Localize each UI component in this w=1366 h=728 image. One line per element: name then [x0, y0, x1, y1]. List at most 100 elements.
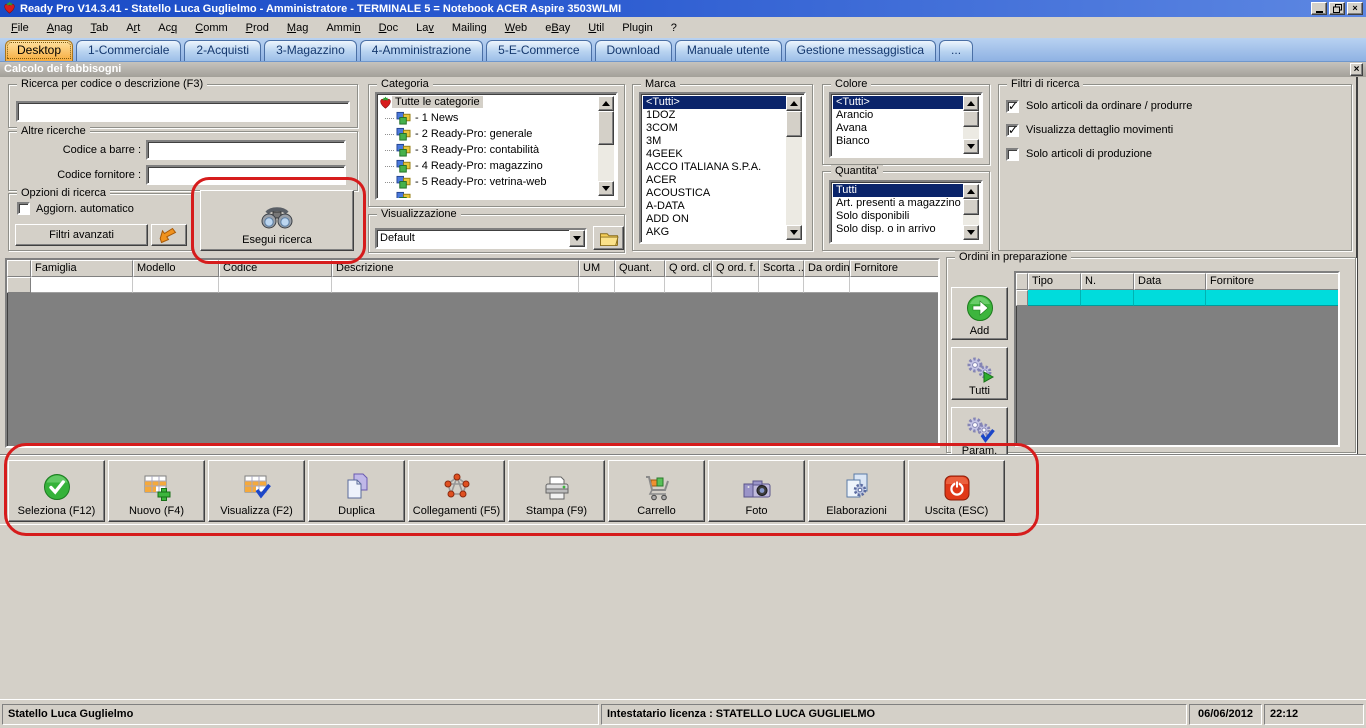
column-header-fornitore[interactable]: Fornitore [850, 260, 940, 277]
auto-update-checkbox[interactable] [17, 202, 30, 215]
menu-item-mailing[interactable]: Mailing [443, 18, 496, 38]
menu-item-acq[interactable]: Acq [149, 18, 186, 38]
scroll-up-icon[interactable] [963, 184, 979, 199]
menu-item-mag[interactable]: Mag [278, 18, 317, 38]
folder-icon[interactable] [593, 226, 624, 250]
column-header-modello[interactable]: Modello [133, 260, 219, 277]
barcode-input[interactable] [146, 140, 346, 160]
quantita-item[interactable]: Tutti [833, 184, 963, 197]
column-header-descrizione[interactable]: Descrizione [332, 260, 579, 277]
ordini-column-header-tipo[interactable]: Tipo [1028, 273, 1081, 290]
tab-5-e-commerce[interactable]: 5-E-Commerce [486, 40, 591, 61]
tab-download[interactable]: Download [595, 40, 672, 61]
tree-item[interactable]: - 3 Ready-Pro: contabilità [377, 142, 616, 158]
tree-item[interactable]: - 5 Ready-Pro: vetrina-web [377, 174, 616, 190]
toolbar-button-foto[interactable]: Foto [708, 460, 805, 522]
toolbar-button-nuovo-f4[interactable]: Nuovo (F4) [108, 460, 205, 522]
menu-item-lav[interactable]: Lav [407, 18, 443, 38]
minimize-icon[interactable] [1311, 2, 1327, 15]
column-header-qordf[interactable]: Q ord. f. [712, 260, 759, 277]
menu-item-ammin[interactable]: Ammin [317, 18, 369, 38]
ordini-button-tutti[interactable]: Tutti [951, 347, 1008, 400]
tab-3-magazzino[interactable]: 3-Magazzino [264, 40, 357, 61]
menu-item-web[interactable]: Web [496, 18, 536, 38]
column-header-famiglia[interactable]: Famiglia [31, 260, 133, 277]
tab-4-amministrazione[interactable]: 4-Amministrazione [360, 40, 483, 61]
tree-item[interactable]: - 1 News [377, 110, 616, 126]
scroll-down-icon[interactable] [963, 225, 979, 240]
scrollbar[interactable] [598, 96, 614, 196]
scroll-up-icon[interactable] [598, 96, 614, 111]
supplier-code-input[interactable] [146, 165, 346, 185]
marca-item[interactable]: ALCATEL [643, 239, 786, 240]
close-icon[interactable]: × [1350, 63, 1363, 76]
scroll-down-icon[interactable] [786, 225, 802, 240]
tab-manuale-utente[interactable]: Manuale utente [675, 40, 782, 61]
tree-item[interactable] [377, 190, 616, 200]
marca-item[interactable]: <Tutti> [643, 96, 786, 109]
ordini-column-header-n[interactable]: N. [1081, 273, 1134, 290]
tab-desktop[interactable]: Desktop [5, 40, 73, 61]
scrollbar[interactable] [963, 184, 979, 240]
search-input[interactable] [16, 101, 350, 122]
colore-item[interactable]: Bianco [833, 135, 963, 148]
scrollbar[interactable] [963, 96, 979, 154]
quantita-item[interactable]: Solo disponibili [833, 210, 963, 223]
menu-item-anag[interactable]: Anag [38, 18, 82, 38]
scrollbar-thumb[interactable] [963, 111, 979, 127]
scrollbar-thumb[interactable] [598, 111, 614, 145]
marca-item[interactable]: 3M [643, 135, 786, 148]
menu-item-[interactable]: ? [662, 18, 686, 38]
toolbar-button-elaborazioni[interactable]: Elaborazioni [808, 460, 905, 522]
marca-item[interactable]: AKG [643, 226, 786, 239]
scrollbar-thumb[interactable] [963, 199, 979, 215]
column-header-um[interactable]: UM [579, 260, 615, 277]
menu-item-art[interactable]: Art [117, 18, 149, 38]
ordini-column-header-data[interactable]: Data [1134, 273, 1206, 290]
toolbar-button-seleziona-f12[interactable]: Seleziona (F12) [8, 460, 105, 522]
marca-item[interactable]: 3COM [643, 122, 786, 135]
chevron-down-icon[interactable] [569, 230, 585, 247]
marca-item[interactable]: ADD ON [643, 213, 786, 226]
colore-item[interactable]: <Tutti> [833, 96, 963, 109]
colore-item[interactable]: Avana [833, 122, 963, 135]
toolbar-button-uscita-esc[interactable]: Uscita (ESC) [908, 460, 1005, 522]
scroll-down-icon[interactable] [598, 181, 614, 196]
column-header-scorta[interactable]: Scorta ... [759, 260, 804, 277]
tree-item-root[interactable]: Tutte le categorie [377, 94, 616, 110]
menu-item-comm[interactable]: Comm [186, 18, 236, 38]
ordini-column-header-selector[interactable] [1016, 273, 1028, 290]
toolbar-button-stampa-f9[interactable]: Stampa (F9) [508, 460, 605, 522]
scrollbar[interactable] [786, 96, 802, 240]
restore-icon[interactable] [1329, 2, 1345, 15]
tab-1-commerciale[interactable]: 1-Commerciale [76, 40, 181, 61]
orange-hand-icon[interactable] [151, 224, 187, 246]
tree-item[interactable]: - 4 Ready-Pro: magazzino [377, 158, 616, 174]
marca-item[interactable]: ACCO ITALIANA S.P.A. [643, 161, 786, 174]
toolbar-button-visualizza-f2[interactable]: Visualizza (F2) [208, 460, 305, 522]
menu-item-file[interactable]: File [2, 18, 38, 38]
filter-checkbox-1[interactable] [1006, 124, 1019, 137]
tab----[interactable]: ... [939, 40, 973, 61]
tab-gestione-messaggistica[interactable]: Gestione messaggistica [785, 40, 936, 61]
quantita-item[interactable]: Art. presenti a magazzino [833, 197, 963, 210]
ordini-button-param[interactable]: Param. [951, 407, 1008, 460]
scroll-down-icon[interactable] [963, 139, 979, 154]
filter-checkbox-2[interactable] [1006, 148, 1019, 161]
advanced-filters-button[interactable]: Filtri avanzati [15, 224, 148, 246]
column-header-qordcl[interactable]: Q ord. cl. [665, 260, 712, 277]
menu-item-util[interactable]: Util [579, 18, 613, 38]
column-header-daordin[interactable]: Da ordin. [804, 260, 850, 277]
column-header-codice[interactable]: Codice [219, 260, 332, 277]
colore-item[interactable]: Arancio [833, 109, 963, 122]
column-header-selector[interactable] [7, 260, 31, 277]
marca-item[interactable]: 1DOZ [643, 109, 786, 122]
filter-checkbox-0[interactable] [1006, 100, 1019, 113]
toolbar-button-carrello[interactable]: Carrello [608, 460, 705, 522]
menu-item-tab[interactable]: Tab [81, 18, 117, 38]
toolbar-button-collegamenti-f5[interactable]: Collegamenti (F5) [408, 460, 505, 522]
scrollbar-thumb[interactable] [786, 111, 802, 137]
tab-2-acquisti[interactable]: 2-Acquisti [184, 40, 261, 61]
scroll-up-icon[interactable] [786, 96, 802, 111]
menu-item-prod[interactable]: Prod [237, 18, 278, 38]
